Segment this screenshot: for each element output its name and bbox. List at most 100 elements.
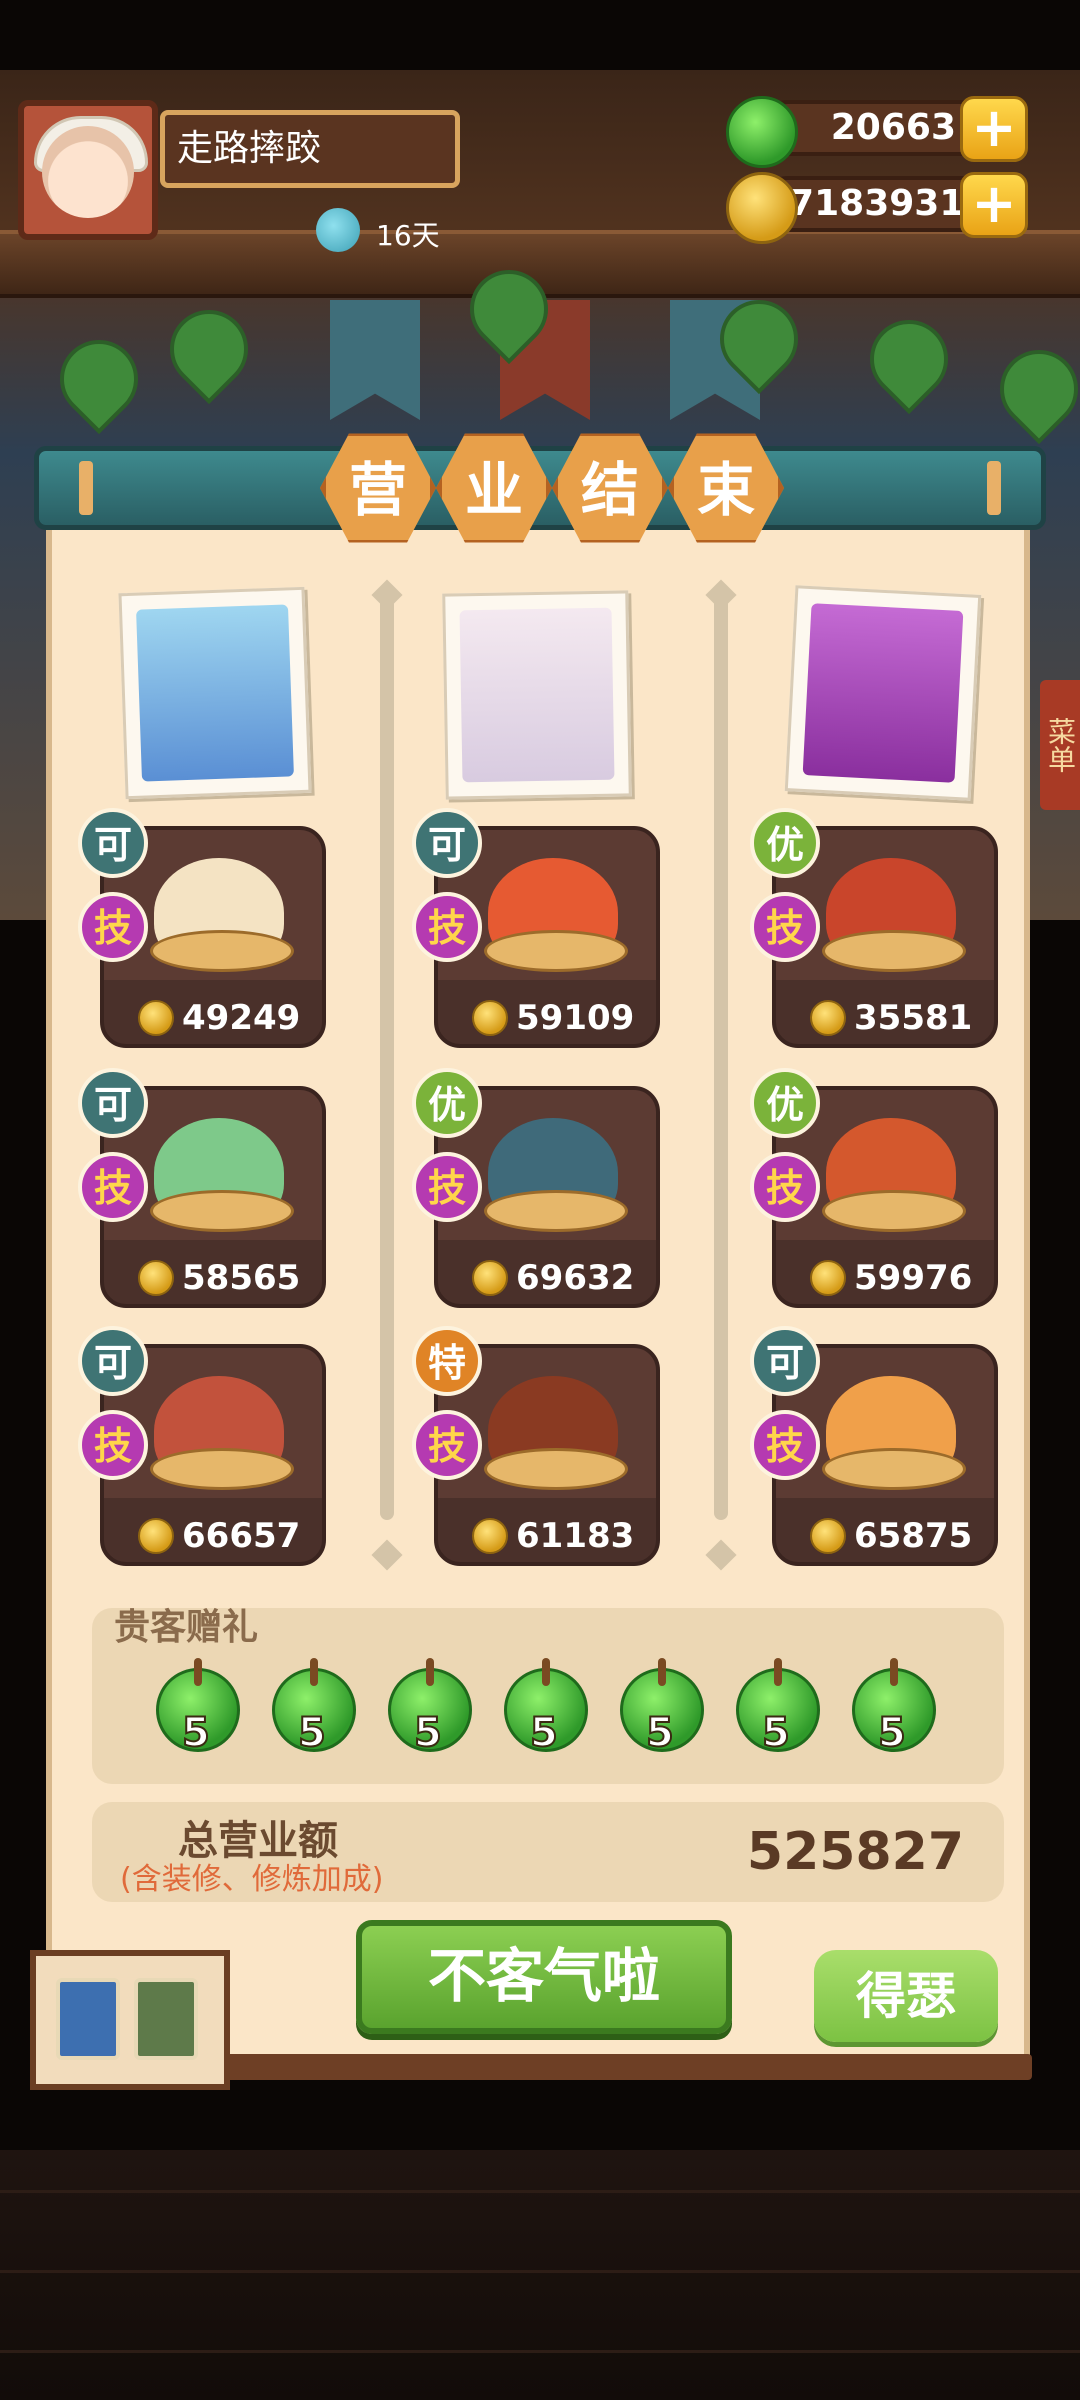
skill-badge[interactable]: 技 <box>412 1152 482 1222</box>
title-char: 结 <box>552 433 668 543</box>
coin-icon <box>138 1000 174 1036</box>
coin-icon <box>810 1518 846 1554</box>
dish-value: 66657 <box>182 1516 301 1556</box>
gem-icon <box>726 96 798 168</box>
coin-icon <box>472 1000 508 1036</box>
skill-badge[interactable]: 技 <box>750 1410 820 1480</box>
dish-value: 35581 <box>854 998 973 1038</box>
dish-plate <box>822 930 966 972</box>
guest-portrait[interactable] <box>784 585 982 801</box>
guest-portrait[interactable] <box>118 586 312 800</box>
coin-icon <box>810 1260 846 1296</box>
dish-price: 58565 <box>138 1258 328 1298</box>
player-avatar[interactable] <box>18 100 158 240</box>
dish-price: 59109 <box>472 998 662 1038</box>
skill-badge[interactable]: 技 <box>750 892 820 962</box>
title-char: 营 <box>320 433 436 543</box>
pennant-flag <box>330 300 420 420</box>
dish-plate <box>484 1448 628 1490</box>
dish-price: 61183 <box>472 1516 662 1556</box>
grade-badge: 可 <box>78 808 148 878</box>
dish-plate <box>822 1448 966 1490</box>
gift-count: 5 <box>645 1709 675 1757</box>
avatar-face <box>42 126 134 218</box>
dish-price: 69632 <box>472 1258 662 1298</box>
gift-count: 5 <box>181 1709 211 1757</box>
gift-item[interactable]: 5 <box>504 1658 588 1757</box>
gift-count: 5 <box>761 1709 791 1757</box>
grade-badge: 可 <box>78 1068 148 1138</box>
dish-plate <box>484 930 628 972</box>
gift-count: 5 <box>529 1709 559 1757</box>
total-revenue-panel: 总营业额 (含装修、修炼加成) 525827 <box>92 1802 1004 1902</box>
add-coins-button[interactable]: + <box>960 172 1028 238</box>
dish-price: 59976 <box>810 1258 1000 1298</box>
gem-counter: 20663 + <box>726 96 1028 168</box>
player-name: 走路摔跤 <box>160 110 460 188</box>
column-divider <box>380 590 394 1520</box>
gift-count: 5 <box>297 1709 327 1757</box>
show-off-button[interactable]: 得瑟 <box>814 1950 998 2042</box>
leaf-decoration <box>853 303 965 415</box>
dish-price: 35581 <box>810 998 1000 1038</box>
dish-value: 58565 <box>182 1258 301 1298</box>
grade-badge: 优 <box>750 1068 820 1138</box>
total-revenue-value: 525827 <box>746 1822 964 1882</box>
camera-panel <box>30 1950 230 2090</box>
gifts-title: 贵客赠礼 <box>114 1607 259 1648</box>
camera-button[interactable] <box>56 1978 120 2060</box>
gift-item[interactable]: 5 <box>388 1658 472 1757</box>
coin-icon <box>810 1000 846 1036</box>
dish-plate <box>150 1190 294 1232</box>
title-char: 业 <box>436 433 552 543</box>
dish-value: 49249 <box>182 998 301 1038</box>
title-char: 束 <box>668 433 784 543</box>
dish-price: 49249 <box>138 998 328 1038</box>
skill-badge[interactable]: 技 <box>78 1410 148 1480</box>
coin-icon <box>138 1260 174 1296</box>
gift-item[interactable]: 5 <box>852 1658 936 1757</box>
vip-gifts-panel: 贵客赠礼 5 5 5 5 5 5 5 <box>92 1607 1004 1784</box>
grade-badge: 可 <box>412 808 482 878</box>
days-text: 16天 <box>376 219 440 252</box>
dish-plate <box>150 930 294 972</box>
gift-item[interactable]: 5 <box>620 1658 704 1757</box>
dish-plate <box>150 1448 294 1490</box>
skill-badge[interactable]: 技 <box>412 892 482 962</box>
skill-badge[interactable]: 技 <box>78 892 148 962</box>
coin-icon <box>472 1260 508 1296</box>
calendar-icon <box>316 208 360 252</box>
skill-badge[interactable]: 技 <box>78 1152 148 1222</box>
days-counter: 16天 <box>316 208 466 252</box>
dish-value: 61183 <box>516 1516 635 1556</box>
dish-value: 69632 <box>516 1258 635 1298</box>
floor <box>0 2150 1080 2400</box>
grade-badge: 可 <box>78 1326 148 1396</box>
gift-item[interactable]: 5 <box>736 1658 820 1757</box>
dish-plate <box>822 1190 966 1232</box>
add-gems-button[interactable]: + <box>960 96 1028 162</box>
leaf-decoration <box>43 323 155 435</box>
skill-badge[interactable]: 技 <box>412 1410 482 1480</box>
gift-item[interactable]: 5 <box>272 1658 356 1757</box>
gift-count: 5 <box>413 1709 443 1757</box>
total-revenue-note: (含装修、修炼加成) <box>120 1862 384 1897</box>
grade-badge: 优 <box>750 808 820 878</box>
column-divider <box>714 590 728 1520</box>
gem-value: 20663 <box>830 107 956 148</box>
camera-button[interactable] <box>134 1978 198 2060</box>
gift-item[interactable]: 5 <box>156 1658 240 1757</box>
skill-badge[interactable]: 技 <box>750 1152 820 1222</box>
menu-side-tab[interactable]: 菜单 <box>1040 680 1080 810</box>
dish-value: 65875 <box>854 1516 973 1556</box>
guest-portrait[interactable] <box>442 590 632 800</box>
grade-badge: 特 <box>412 1326 482 1396</box>
gift-count: 5 <box>877 1709 907 1757</box>
coin-icon <box>138 1518 174 1554</box>
confirm-button[interactable]: 不客气啦 <box>356 1920 732 2034</box>
dish-price: 65875 <box>810 1516 1000 1556</box>
dish-plate <box>484 1190 628 1232</box>
coin-icon <box>472 1518 508 1554</box>
dish-value: 59109 <box>516 998 635 1038</box>
grade-badge: 可 <box>750 1326 820 1396</box>
